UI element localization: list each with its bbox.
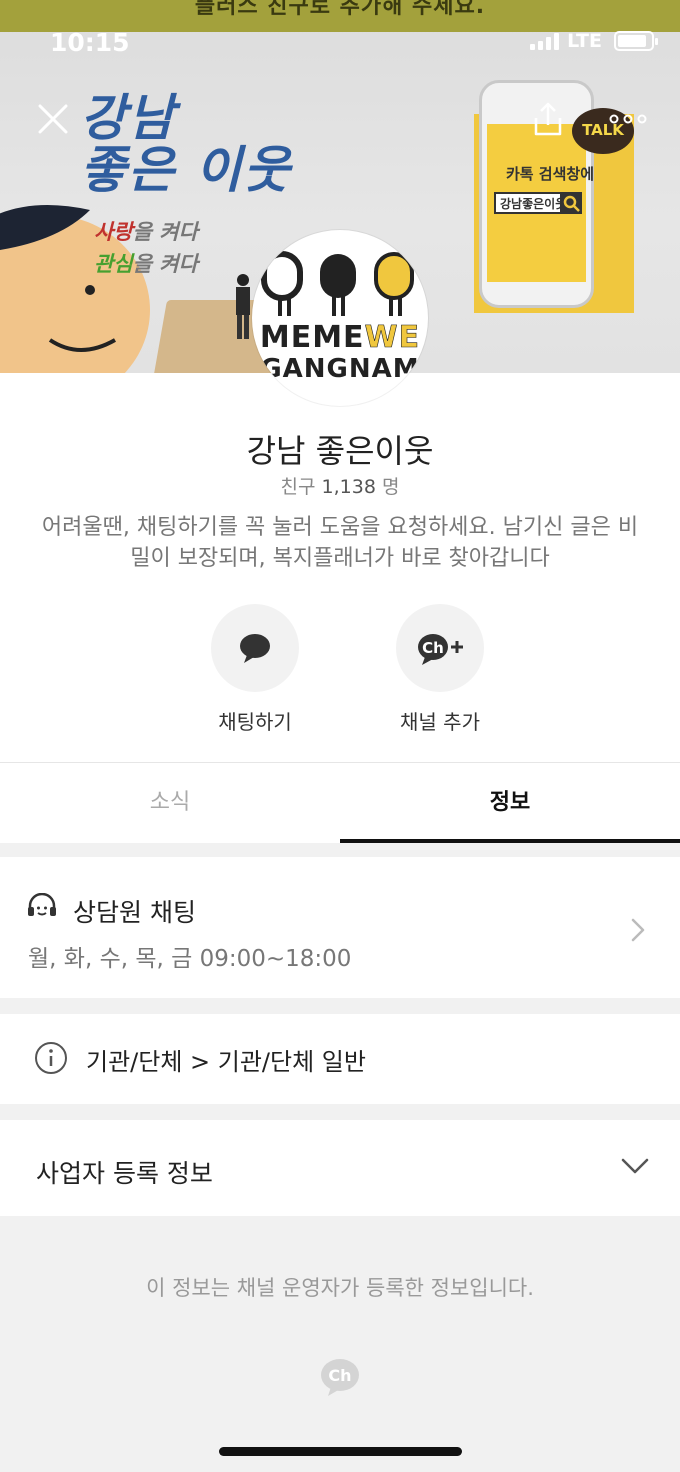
logo-wordmark-line2: GANGNAM xyxy=(260,354,420,384)
counselor-chat-title: 상담원 채팅 xyxy=(73,898,196,927)
logo-wordmark-we: WE xyxy=(364,320,421,356)
channel-description: 어려울땐, 채팅하기를 꼭 눌러 도움을 요청하세요. 남기신 글은 비밀이 보… xyxy=(41,515,639,571)
add-channel-button-circle[interactable]: Ch xyxy=(396,604,484,692)
channel-badge-text: Ch xyxy=(328,1366,351,1385)
headset-icon xyxy=(28,893,56,916)
status-time: 10:15 xyxy=(50,28,130,57)
section-separator xyxy=(0,843,680,857)
chat-bubble-icon xyxy=(240,634,270,663)
category-row: 기관/단체 > 기관/단체 일반 xyxy=(0,1014,680,1104)
info-icon xyxy=(35,1042,67,1074)
friends-count: 친구 1,138 명 xyxy=(0,472,680,499)
status-indicators: LTE xyxy=(530,30,658,52)
slogan-2-highlight: 관심 xyxy=(94,252,133,276)
battery-icon xyxy=(614,31,658,51)
chat-button-label: 채팅하기 xyxy=(218,710,292,734)
chat-button[interactable]: 채팅하기 xyxy=(175,604,335,735)
share-icon[interactable] xyxy=(528,100,568,140)
channel-add-icon: Ch xyxy=(418,634,463,665)
section-separator xyxy=(0,998,680,1014)
section-separator xyxy=(0,1104,680,1120)
network-type: LTE xyxy=(567,30,602,52)
business-info-label: 사업자 등록 정보 xyxy=(36,1159,213,1188)
channel-badge-icon: Ch xyxy=(321,1359,359,1396)
banner-top-strip-text: 플러스 친구로 추가해 주세요. xyxy=(194,0,486,19)
close-icon[interactable] xyxy=(34,100,72,138)
tab-news[interactable]: 소식 xyxy=(0,764,340,842)
logo-wordmark-meme: MEME xyxy=(259,320,365,355)
add-channel-button-label: 채널 추가 xyxy=(400,710,480,734)
chat-button-circle[interactable] xyxy=(211,604,299,692)
home-indicator[interactable] xyxy=(219,1447,462,1456)
chevron-down-icon[interactable] xyxy=(620,1156,650,1176)
banner-slogan-1: 사랑을 켜다 xyxy=(94,216,198,246)
business-info-row[interactable]: 사업자 등록 정보 xyxy=(0,1120,680,1216)
tabs-divider xyxy=(0,762,680,763)
channel-add-icon-text: Ch xyxy=(422,639,444,657)
counselor-chat-hours: 월, 화, 수, 목, 금 09:00~18:00 xyxy=(28,946,352,972)
phone-search-icon xyxy=(560,192,582,214)
logo-heads-icon xyxy=(261,251,414,316)
friends-unit: 명 xyxy=(381,476,400,498)
phone-caption: 카톡 검색창에 xyxy=(505,165,595,183)
slogan-1-highlight: 사랑 xyxy=(94,220,133,244)
counselor-chat-row[interactable]: 상담원 채팅 월, 화, 수, 목, 금 09:00~18:00 xyxy=(0,857,680,998)
chevron-right-icon xyxy=(631,918,645,942)
tab-info[interactable]: 정보 xyxy=(340,764,680,842)
person-illustration xyxy=(236,274,250,339)
add-channel-button[interactable]: Ch 채널 추가 xyxy=(360,604,520,735)
footer-area xyxy=(0,1216,680,1472)
signal-icon xyxy=(530,32,560,50)
friends-number: 1,138 xyxy=(321,476,376,498)
banner-title-line2: 좋은 이웃 xyxy=(80,141,292,199)
channel-profile-logo: MEMEWE GANGNAM xyxy=(252,230,428,406)
channel-name: 강남 좋은이웃 xyxy=(246,432,434,470)
footer-note: 이 정보는 채널 운영자가 등록한 정보입니다. xyxy=(146,1276,534,1300)
banner-slogan-2: 관심을 켜다 xyxy=(94,248,198,278)
slogan-2-rest: 을 켜다 xyxy=(132,252,198,276)
logo-wordmark-line1: MEMEWE xyxy=(252,320,428,356)
friends-label: 친구 xyxy=(280,476,316,498)
category-text: 기관/단체 > 기관/단체 일반 xyxy=(86,1048,366,1076)
slogan-1-rest: 을 켜다 xyxy=(132,220,198,244)
more-icon[interactable] xyxy=(606,108,650,130)
